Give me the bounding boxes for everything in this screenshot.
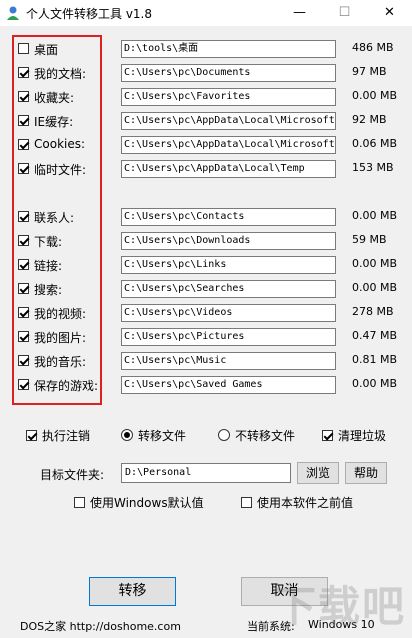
folder-size: 486 MB — [352, 41, 394, 54]
mode-no-transfer-radio[interactable] — [218, 429, 230, 441]
folder-label: 链接: — [34, 259, 63, 273]
target-folder-input[interactable]: D:\Personal — [121, 463, 291, 483]
folder-size: 153 MB — [352, 161, 394, 174]
folder-path-input[interactable]: C:\Users\pc\Searches — [121, 280, 336, 298]
minimize-button[interactable]: — — [277, 0, 322, 26]
help-button[interactable]: 帮助 — [345, 462, 387, 484]
folder-size: 97 MB — [352, 65, 387, 78]
folder-size: 0.00 MB — [352, 281, 398, 294]
folder-size: 59 MB — [352, 233, 387, 246]
previous-value-checkbox[interactable] — [241, 497, 252, 508]
folder-checkbox[interactable] — [18, 139, 29, 150]
app-icon — [7, 6, 19, 20]
folder-size: 0.00 MB — [352, 209, 398, 222]
folder-label: 临时文件: — [34, 163, 87, 177]
folder-path-input[interactable]: D:\tools\桌面 — [121, 40, 336, 58]
run-logoff-label: 执行注销 — [42, 429, 91, 443]
browse-button[interactable]: 浏览 — [297, 462, 339, 484]
transfer-button[interactable]: 转移 — [89, 577, 176, 606]
folder-size: 0.06 MB — [352, 137, 398, 150]
folder-checkbox[interactable] — [18, 67, 29, 78]
folder-path-input[interactable]: C:\Users\pc\AppData\Local\Temp — [121, 160, 336, 178]
folder-checkbox[interactable] — [18, 283, 29, 294]
folder-size: 0.00 MB — [352, 89, 398, 102]
footer-brand: DOS之家 http://doshome.com — [20, 620, 181, 633]
folder-size: 0.00 MB — [352, 377, 398, 390]
folder-label: 收藏夹: — [34, 91, 75, 105]
folder-checkbox[interactable] — [18, 115, 29, 126]
window-title: 个人文件转移工具 v1.8 — [26, 7, 153, 21]
target-folder-label: 目标文件夹: — [40, 468, 105, 482]
folder-path-input[interactable]: C:\Users\pc\Documents — [121, 64, 336, 82]
folder-size: 0.81 MB — [352, 353, 398, 366]
folder-label: 下载: — [34, 235, 63, 249]
watermark-logo: 下载吧 — [273, 582, 406, 631]
maximize-button[interactable]: ☐ — [322, 0, 367, 26]
folder-size: 278 MB — [352, 305, 394, 318]
folder-size: 92 MB — [352, 113, 387, 126]
folder-label: 搜索: — [34, 283, 63, 297]
mode-transfer-radio[interactable] — [121, 429, 133, 441]
folder-label: Cookies: — [34, 137, 86, 151]
folder-path-input[interactable]: C:\Users\pc\Links — [121, 256, 336, 274]
folder-label: 联系人: — [34, 211, 75, 225]
folder-checkbox[interactable] — [18, 259, 29, 270]
folder-label: 我的文档: — [34, 67, 87, 81]
folder-checkbox[interactable] — [18, 331, 29, 342]
folder-label: 我的音乐: — [34, 355, 87, 369]
folder-checkbox[interactable] — [18, 91, 29, 102]
folder-checkbox[interactable] — [18, 355, 29, 366]
run-logoff-checkbox[interactable] — [26, 430, 37, 441]
folder-size: 0.00 MB — [352, 257, 398, 270]
clean-junk-checkbox[interactable] — [322, 430, 333, 441]
mode-no-transfer-label: 不转移文件 — [235, 429, 296, 443]
windows-default-checkbox[interactable] — [74, 497, 85, 508]
folder-path-input[interactable]: C:\Users\pc\Music — [121, 352, 336, 370]
folder-checkbox[interactable] — [18, 211, 29, 222]
folder-path-input[interactable]: C:\Users\pc\Contacts — [121, 208, 336, 226]
folder-checkbox[interactable] — [18, 307, 29, 318]
folder-label: IE缓存: — [34, 115, 74, 129]
folder-checkbox[interactable] — [18, 163, 29, 174]
folder-path-input[interactable]: C:\Users\pc\Favorites — [121, 88, 336, 106]
folder-path-input[interactable]: C:\Users\pc\Pictures — [121, 328, 336, 346]
clean-junk-label: 清理垃圾 — [338, 429, 387, 443]
windows-default-label: 使用Windows默认值 — [90, 496, 204, 510]
previous-value-label: 使用本软件之前值 — [257, 496, 354, 510]
folder-label: 我的视频: — [34, 307, 87, 321]
folder-path-input[interactable]: C:\Users\pc\AppData\Local\Microsoft\ — [121, 136, 336, 154]
folder-path-input[interactable]: C:\Users\pc\Saved Games — [121, 376, 336, 394]
close-button[interactable]: ✕ — [367, 0, 412, 26]
folder-path-input[interactable]: C:\Users\pc\AppData\Local\Microsoft\ — [121, 112, 336, 130]
folder-checkbox[interactable] — [18, 379, 29, 390]
folder-label: 桌面 — [34, 43, 59, 57]
folder-path-input[interactable]: C:\Users\pc\Videos — [121, 304, 336, 322]
mode-transfer-label: 转移文件 — [138, 429, 187, 443]
folder-checkbox[interactable] — [18, 43, 29, 54]
folder-checkbox[interactable] — [18, 235, 29, 246]
title-bar: 个人文件转移工具 v1.8 — ☐ ✕ — [0, 0, 412, 26]
folder-size: 0.47 MB — [352, 329, 398, 342]
folder-path-input[interactable]: C:\Users\pc\Downloads — [121, 232, 336, 250]
folder-label: 保存的游戏: — [34, 379, 99, 393]
folder-label: 我的图片: — [34, 331, 87, 345]
